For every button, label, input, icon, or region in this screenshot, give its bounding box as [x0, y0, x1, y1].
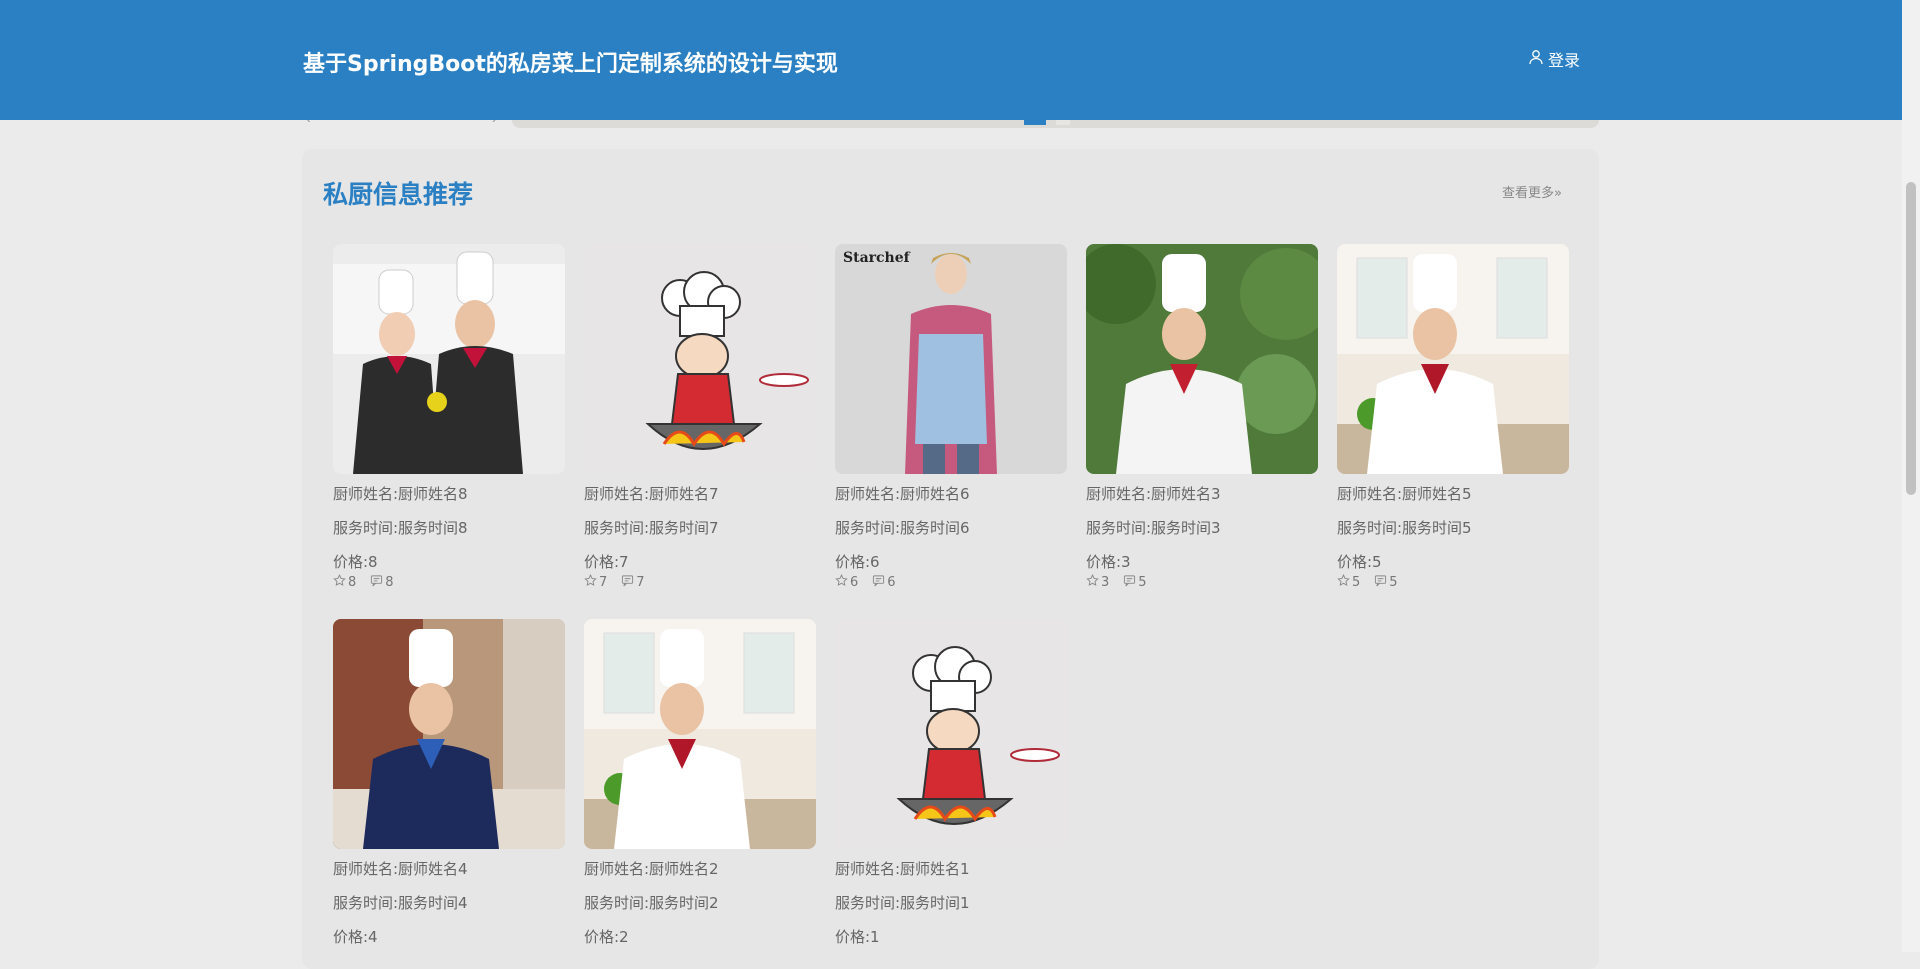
- card-stats: 5 5: [1337, 574, 1569, 591]
- chef-photo[interactable]: [1086, 244, 1318, 474]
- card-stats: 3 5: [1086, 574, 1318, 591]
- card-stats: 8 8: [333, 574, 565, 591]
- comment-count[interactable]: 7: [621, 574, 645, 591]
- service-time: 服务时间:服务时间6: [835, 519, 970, 537]
- favorite-count[interactable]: 6: [835, 574, 858, 591]
- service-time: 服务时间:服务时间4: [333, 894, 468, 912]
- price: 价格:1: [835, 928, 880, 946]
- chef-card[interactable]: 厨师姓名:厨师姓名7 服务时间:服务时间7 价格:7 7 7: [584, 244, 816, 591]
- price: 价格:7: [584, 553, 629, 571]
- chef-photo[interactable]: [835, 619, 1067, 849]
- favorite-count[interactable]: 8: [333, 574, 356, 591]
- service-time: 服务时间:服务时间2: [584, 894, 719, 912]
- chef-name: 厨师姓名:厨师姓名3: [1086, 485, 1221, 503]
- card-stats: 7 7: [584, 574, 816, 591]
- chef-photo[interactable]: [333, 619, 565, 849]
- chef-card[interactable]: Starchef 厨师姓名:厨师姓名6 服务时间:服务时间6 价格:6 6 6: [835, 244, 1067, 591]
- star-icon: [1086, 574, 1099, 591]
- chef-card[interactable]: 厨师姓名:厨师姓名3 服务时间:服务时间3 价格:3 3 5: [1086, 244, 1318, 591]
- chef-name: 厨师姓名:厨师姓名2: [584, 860, 719, 878]
- scrollbar-thumb[interactable]: [1906, 182, 1916, 495]
- comment-icon: [872, 574, 885, 591]
- comment-icon: [1123, 574, 1136, 591]
- star-icon: [835, 574, 848, 591]
- chef-card[interactable]: 厨师姓名:厨师姓名5 服务时间:服务时间5 价格:5 5 5: [1337, 244, 1569, 591]
- view-more-link[interactable]: 查看更多»: [1502, 182, 1562, 201]
- comment-icon: [1374, 574, 1387, 591]
- login-link[interactable]: 登录: [1528, 47, 1580, 71]
- comment-count[interactable]: 8: [370, 574, 394, 591]
- service-time: 服务时间:服务时间7: [584, 519, 719, 537]
- site-title: 基于SpringBoot的私房菜上门定制系统的设计与实现: [303, 52, 838, 77]
- service-time: 服务时间:服务时间3: [1086, 519, 1221, 537]
- login-label: 登录: [1548, 51, 1581, 70]
- chef-photo[interactable]: [1337, 244, 1569, 474]
- price: 价格:4: [333, 928, 378, 946]
- chef-name: 厨师姓名:厨师姓名1: [835, 860, 970, 878]
- chef-name: 厨师姓名:厨师姓名5: [1337, 485, 1472, 503]
- service-time: 服务时间:服务时间8: [333, 519, 468, 537]
- chef-card[interactable]: 厨师姓名:厨师姓名4 服务时间:服务时间4 价格:4: [333, 619, 565, 947]
- service-time: 服务时间:服务时间1: [835, 894, 970, 912]
- price: 价格:2: [584, 928, 629, 946]
- favorite-count[interactable]: 5: [1337, 574, 1360, 591]
- comment-icon: [370, 574, 383, 591]
- card-stats: 6 6: [835, 574, 1067, 591]
- star-icon: [1337, 574, 1350, 591]
- price: 价格:5: [1337, 553, 1382, 571]
- chef-photo[interactable]: [584, 619, 816, 849]
- chef-card[interactable]: 厨师姓名:厨师姓名1 服务时间:服务时间1 价格:1: [835, 619, 1067, 947]
- star-icon: [584, 574, 597, 591]
- chef-name: 厨师姓名:厨师姓名6: [835, 485, 970, 503]
- chef-photo[interactable]: [333, 244, 565, 474]
- price: 价格:3: [1086, 553, 1131, 571]
- top-header: 基于SpringBoot的私房菜上门定制系统的设计与实现 登录: [0, 0, 1902, 120]
- favorite-count[interactable]: 3: [1086, 574, 1109, 591]
- comment-count[interactable]: 5: [1123, 574, 1147, 591]
- section-title: 私厨信息推荐: [323, 180, 474, 209]
- chef-photo[interactable]: [584, 244, 816, 474]
- price: 价格:6: [835, 553, 880, 571]
- star-icon: [333, 574, 346, 591]
- chef-card[interactable]: 厨师姓名:厨师姓名2 服务时间:服务时间2 价格:2: [584, 619, 816, 947]
- chef-card[interactable]: 厨师姓名:厨师姓名8 服务时间:服务时间8 价格:8 8 8: [333, 244, 565, 591]
- favorite-count[interactable]: 7: [584, 574, 607, 591]
- service-time: 服务时间:服务时间5: [1337, 519, 1472, 537]
- chef-name: 厨师姓名:厨师姓名7: [584, 485, 719, 503]
- page-scrollbar[interactable]: [1902, 0, 1920, 952]
- user-icon: [1528, 49, 1544, 69]
- comment-icon: [621, 574, 634, 591]
- comment-count[interactable]: 6: [872, 574, 896, 591]
- chef-name: 厨师姓名:厨师姓名4: [333, 860, 468, 878]
- chef-name: 厨师姓名:厨师姓名8: [333, 485, 468, 503]
- price: 价格:8: [333, 553, 378, 571]
- photo-watermark-text: Starchef: [843, 250, 910, 266]
- comment-count[interactable]: 5: [1374, 574, 1398, 591]
- chef-photo[interactable]: Starchef: [835, 244, 1067, 474]
